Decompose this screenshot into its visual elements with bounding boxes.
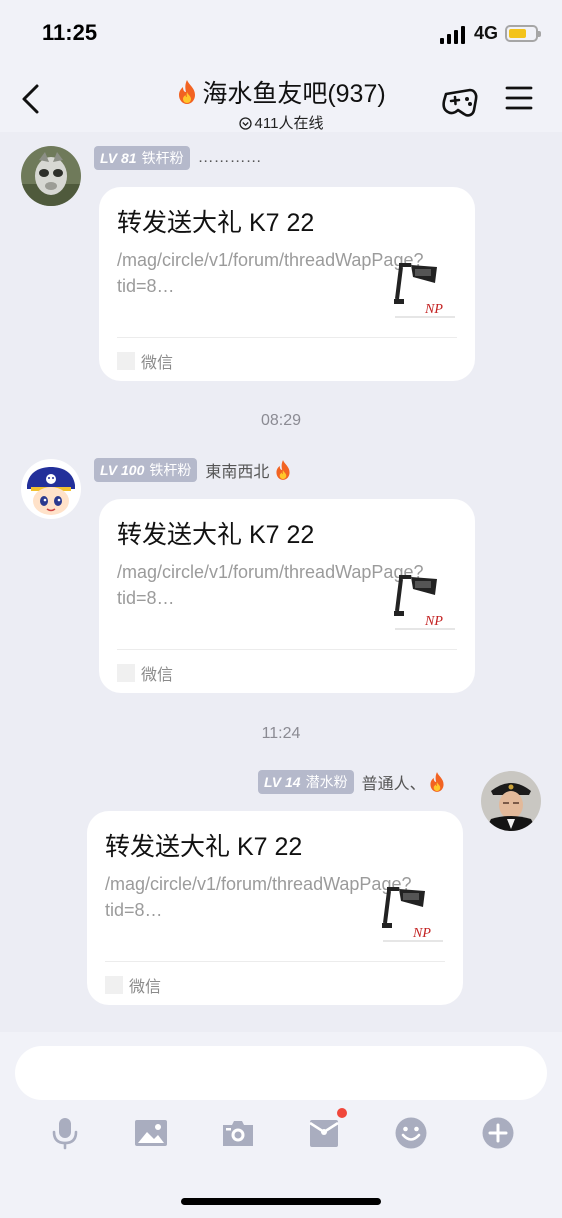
level-number: LV 81 [100,150,137,166]
sender-meta: LV 81 铁杆粉 ………… [94,146,262,170]
card-url: /mag/circle/v1/forum/threadWapPage?tid=8… [105,874,412,920]
title-block[interactable]: 海水鱼友吧(937) 411人在线 [120,74,442,133]
link-card[interactable]: 转发送大礼 K7 22 /mag/circle/v1/forum/threadW… [99,499,475,693]
timestamp: 08:29 [260,412,302,429]
sender-meta: LV 14 潜水粉 普通人、 [258,770,446,794]
sender-meta: LV 100 铁杆粉 東南西北 [94,458,292,482]
level-title: 铁杆粉 [141,150,184,166]
sender-nickname[interactable]: 東南西北 [205,458,269,482]
flame-icon [179,80,196,104]
chevron-left-icon[interactable] [18,82,46,116]
timestamp: 11:24 [261,725,301,742]
level-badge: LV 14 潜水粉 [258,770,354,794]
card-source-label: 微信 [141,667,174,684]
chat-header: 海水鱼友吧(937) 411人在线 [0,66,562,132]
sender-nickname[interactable]: 普通人、 [362,770,426,794]
link-card[interactable]: 转发送大礼 K7 22 /mag/circle/v1/forum/threadW… [99,187,475,381]
level-title: 潜水粉 [305,774,348,790]
avatar-image [21,459,81,519]
flame-icon [276,460,290,480]
card-thumbnail: NP [382,887,443,942]
input-bar [0,1032,562,1218]
battery-level [509,29,527,38]
svg-text:NP: NP [424,302,443,317]
card-source: 微信 [117,349,173,373]
card-url: /mag/circle/v1/forum/threadWapPage?tid=8… [117,250,424,296]
camera-icon[interactable] [221,1116,255,1150]
svg-text:NP: NP [412,926,431,941]
battery-icon [505,25,538,42]
red-packet-icon[interactable] [307,1116,341,1150]
page-title-text: 海水鱼友吧(937) [202,80,386,108]
card-title: 转发送大礼 K7 22 [117,209,315,237]
card-source: 微信 [117,661,173,685]
game-controller-icon[interactable] [440,86,480,120]
avatar[interactable] [21,146,81,206]
avatar[interactable] [481,771,541,831]
card-title: 转发送大礼 K7 22 [117,521,315,549]
online-count: 411人在线 [120,112,442,133]
online-count-text: 411人在线 [254,115,324,132]
wechat-icon [105,976,123,994]
link-card[interactable]: 转发送大礼 K7 22 /mag/circle/v1/forum/threadW… [87,811,463,1005]
home-indicator[interactable] [181,1198,381,1205]
card-divider [117,337,457,338]
card-thumbnail: NP [394,263,455,318]
status-bar: 11:25 4G [0,0,562,66]
online-status-icon [238,117,252,130]
status-time: 11:25 [42,20,98,45]
sender-nickname[interactable]: ………… [198,149,262,167]
network-label: 4G [474,23,499,43]
signal-icon [440,26,465,44]
avatar-image [21,146,81,206]
card-source: 微信 [105,973,161,997]
card-thumbnail: NP [394,575,455,630]
page-title: 海水鱼友吧(937) [120,74,442,110]
avatar-image [481,771,541,831]
card-divider [117,649,457,650]
card-url: /mag/circle/v1/forum/threadWapPage?tid=8… [117,562,424,608]
wechat-icon [117,664,135,682]
image-icon[interactable] [134,1116,168,1150]
level-badge: LV 81 铁杆粉 [94,146,190,170]
svg-text:NP: NP [424,614,443,629]
battery-tip [538,31,541,37]
avatar[interactable] [21,459,81,519]
card-title: 转发送大礼 K7 22 [105,833,303,861]
flame-icon [430,772,444,792]
menu-icon[interactable] [504,84,534,112]
level-title: 铁杆粉 [149,462,192,478]
plus-icon[interactable] [481,1116,515,1150]
card-divider [105,961,445,962]
level-badge: LV 100 铁杆粉 [94,458,198,482]
emoji-icon[interactable] [394,1116,428,1150]
message-input[interactable] [15,1046,547,1100]
level-number: LV 14 [264,774,301,790]
level-number: LV 100 [100,462,145,478]
microphone-icon[interactable] [48,1116,82,1150]
card-source-label: 微信 [129,979,162,996]
notification-dot [336,1107,348,1119]
wechat-icon [117,352,135,370]
card-source-label: 微信 [141,355,174,372]
